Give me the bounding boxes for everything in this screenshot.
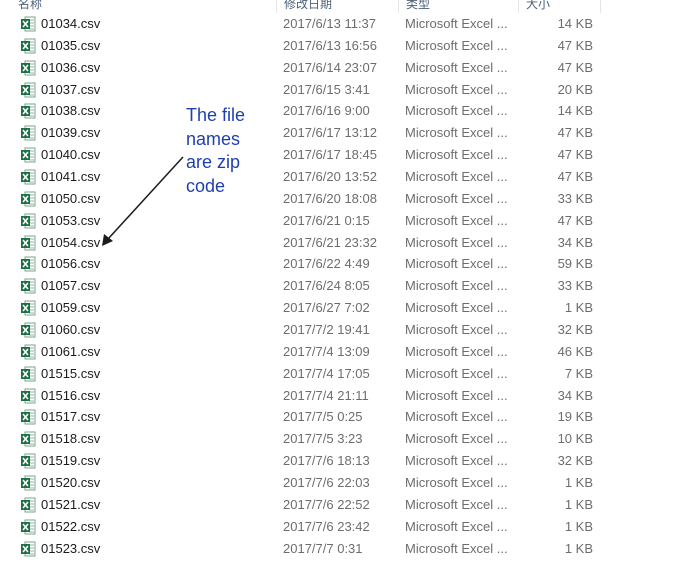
annotation-arrow xyxy=(102,156,184,246)
arrow-line xyxy=(107,156,184,240)
